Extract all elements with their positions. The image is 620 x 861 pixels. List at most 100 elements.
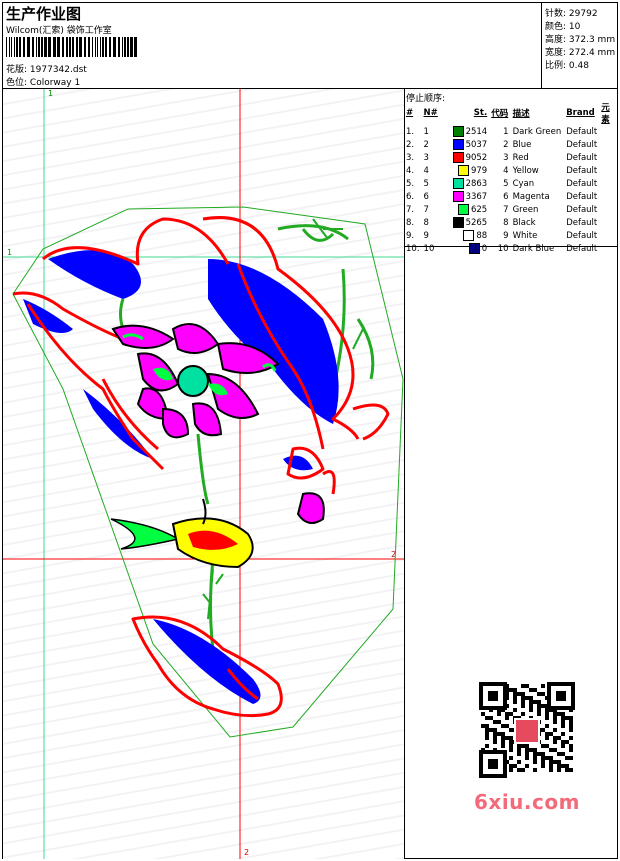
row-number: 1 [423,126,429,137]
row-element [599,242,620,255]
row-number: 2 [423,139,429,150]
row-element [599,125,620,138]
col-element: 元素 [601,103,610,125]
row-code: 8 [503,217,509,228]
watermark-text: 6xiu.com [474,790,580,814]
row-element [599,229,620,242]
row-brand: Default [566,152,598,163]
row-element [599,203,620,216]
row-desc: Dark Blue [512,243,555,254]
row-brand: Default [566,230,598,241]
row-element [599,190,620,203]
row-brand: Default [566,243,598,254]
row-brand: Default [566,165,598,176]
row-code: 2 [503,139,509,150]
row-brand: Default [566,139,598,150]
row-index: 9. [406,230,415,241]
row-brand: Default [566,178,598,189]
col-desc: 描述 [512,109,530,119]
row-index: 6. [406,191,415,202]
table-row: 9. 9 88 9 White Default [404,229,620,242]
row-index: 8. [406,217,415,228]
guide-label-v2: 2 [244,848,249,857]
stitch-count: 2514 [465,127,488,137]
row-stitches: 2863 [447,177,489,190]
row-element [599,138,620,151]
stitch-count: 625 [470,205,488,215]
row-number: 3 [423,152,429,163]
row-stitches: 9052 [447,151,489,164]
row-stitches: 625 [447,203,489,216]
row-desc: White [512,230,538,241]
row-element [599,151,620,164]
row-code: 6 [503,191,509,202]
row-brand: Default [566,126,598,137]
page-title: 生产作业图 [6,5,82,23]
row-number: 7 [423,204,429,215]
qr-code [471,681,583,781]
row-number: 9 [423,230,429,241]
colorway-info: 色位: Colorway 1 [6,75,80,88]
table-row: 6. 6 3367 6 Magenta Default [404,190,620,203]
row-index: 1. [406,126,415,137]
row-number: 5 [423,178,429,189]
table-row: 5. 5 2863 5 Cyan Default [404,177,620,190]
colorway-label: 色位: [6,78,28,88]
row-index: 4. [406,165,415,176]
row-element [599,164,620,177]
stitch-count: 88 [476,231,488,241]
table-row: 1. 1 2514 1 Dark Green Default [404,125,620,138]
row-code: 3 [503,152,509,163]
stitch-count: 5265 [465,218,488,228]
stop-sequence-table: # N# St. 代码 描述 Brand 元素 1. 1 2514 1 Dark Gre… [404,101,620,255]
stat-scale: 比例: 0.48 [545,61,589,71]
stitch-count: 2863 [465,179,488,189]
row-number: 8 [423,217,429,228]
row-stitches: 2514 [447,125,489,138]
row-index: 5. [406,178,415,189]
color-swatch [452,191,464,202]
stats-divider [541,2,542,88]
row-code: 4 [503,165,509,176]
row-desc: Green [512,204,539,215]
row-brand: Default [566,191,598,202]
stat-colors: 颜色: 10 [545,22,581,32]
row-desc: Red [512,152,529,163]
guide-label-v1: 1 [48,89,53,98]
col-stitches: St. [473,108,488,118]
row-stitches: 5037 [447,138,489,151]
row-stitches: 979 [447,164,489,177]
row-stitches: 3367 [447,190,489,203]
color-swatch [457,165,469,176]
row-code: 9 [503,230,509,241]
row-stitches: 0 [447,242,489,255]
design-canvas: 1 1 2 2 [3,89,404,859]
row-desc: Dark Green [512,126,562,137]
row-brand: Default [566,204,598,215]
row-desc: Yellow [512,165,539,176]
row-code: 7 [503,204,509,215]
row-element [599,177,620,190]
barcode [6,37,137,57]
row-index: 7. [406,204,415,215]
row-element [599,216,620,229]
row-code: 5 [503,178,509,189]
stat-height: 高度: 372.3 mm [545,35,616,45]
row-code: 10 [497,243,509,254]
embroidery-artwork: 1 1 2 2 [3,89,404,859]
stitch-count: 9052 [465,153,488,163]
table-row: 10. 10 0 10 Dark Blue Default [404,242,620,255]
color-swatch [452,126,464,137]
color-swatch [452,152,464,163]
row-brand: Default [566,217,598,228]
stitch-count: 5037 [465,140,488,150]
color-swatch [468,243,480,254]
table-row: 7. 7 625 7 Green Default [404,203,620,216]
col-brand: Brand [566,108,595,118]
colorway-value: Colorway 1 [29,78,81,88]
row-index: 10. [406,243,420,254]
design-label: 花版: [6,65,28,75]
color-swatch [452,139,464,150]
table-header-row: # N# St. 代码 描述 Brand 元素 [404,101,620,125]
row-desc: Magenta [512,191,550,202]
